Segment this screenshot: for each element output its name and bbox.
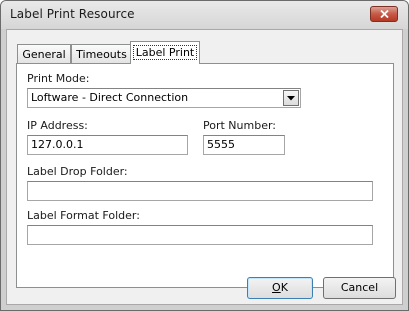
ok-button[interactable]: OK: [247, 277, 313, 299]
dialog-body: General Timeouts Label Print Print Mode:…: [6, 29, 403, 305]
port-number-label: Port Number:: [203, 119, 277, 132]
label-format-folder-label: Label Format Folder:: [27, 209, 140, 222]
port-number-value: 5555: [207, 138, 235, 151]
tab-general-label: General: [22, 48, 66, 61]
label-print-panel: Print Mode: Loftware - Direct Connection…: [16, 63, 394, 288]
ip-address-value: 127.0.0.1: [31, 138, 84, 151]
label-format-folder-field[interactable]: [27, 225, 373, 245]
label-drop-folder-label: Label Drop Folder:: [27, 165, 128, 178]
print-mode-select[interactable]: Loftware - Direct Connection: [27, 88, 301, 108]
ip-address-label: IP Address:: [27, 119, 88, 132]
tab-timeouts-label: Timeouts: [76, 48, 127, 61]
ok-label-rest: K: [280, 281, 288, 294]
tab-general[interactable]: General: [17, 44, 71, 63]
title-bar[interactable]: Label Print Resource: [1, 1, 408, 29]
tab-label-print-label: Label Print: [132, 45, 198, 60]
ok-mnemonic: O: [272, 281, 281, 294]
cancel-label: Cancel: [340, 281, 379, 294]
print-mode-label: Print Mode:: [27, 72, 90, 85]
tab-timeouts[interactable]: Timeouts: [71, 44, 132, 63]
ip-address-field[interactable]: 127.0.0.1: [27, 135, 188, 155]
tab-label-print[interactable]: Label Print: [130, 41, 200, 64]
close-button[interactable]: [370, 6, 398, 22]
close-icon: [380, 10, 389, 18]
dialog-window: Label Print Resource General Timeouts La…: [0, 0, 409, 311]
port-number-field[interactable]: 5555: [203, 135, 285, 155]
chevron-down-icon: [287, 96, 295, 101]
print-mode-value: Loftware - Direct Connection: [31, 91, 189, 104]
label-drop-folder-field[interactable]: [27, 181, 373, 201]
print-mode-dropdown-button[interactable]: [283, 90, 299, 106]
window-title: Label Print Resource: [10, 7, 135, 21]
cancel-button[interactable]: Cancel: [323, 277, 396, 299]
